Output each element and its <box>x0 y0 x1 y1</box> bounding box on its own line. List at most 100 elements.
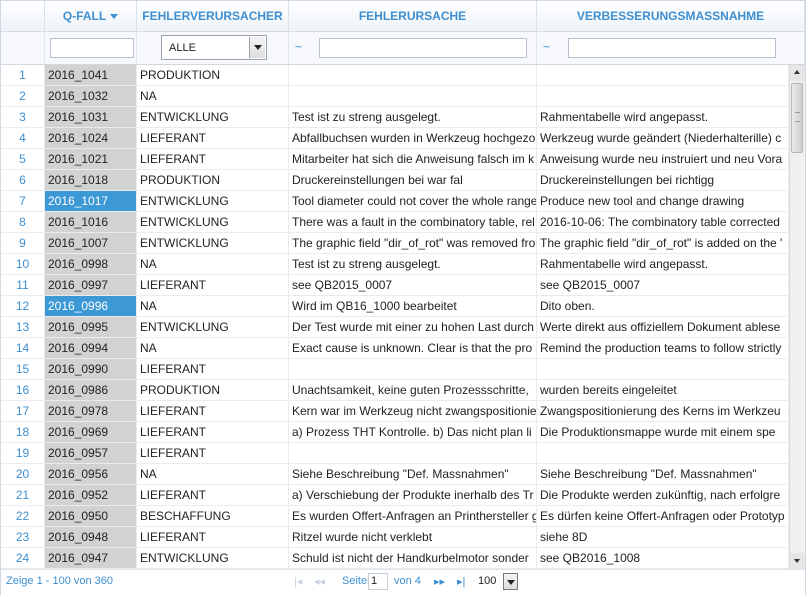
cell-verbesserungsmassnahme[interactable] <box>537 359 789 379</box>
header-fehlerursache[interactable]: FEHLERURSACHE <box>289 1 537 31</box>
row-number[interactable]: 5 <box>1 149 45 169</box>
cell-verbesserungsmassnahme[interactable]: Produce new tool and change drawing <box>537 191 789 211</box>
table-row[interactable]: 5 2016_1021 LIEFERANT Mitarbeiter hat sich … <box>1 149 789 170</box>
table-row[interactable]: 1 2016_1041 PRODUKTION <box>1 65 789 86</box>
cell-fehlerursache[interactable]: Druckereinstellungen bei war fal <box>289 170 537 190</box>
cell-fehlerverursacher[interactable]: NA <box>137 464 289 484</box>
table-row[interactable]: 11 2016_0997 LIEFERANT see QB2015_0007 see Q… <box>1 275 789 296</box>
row-number[interactable]: 11 <box>1 275 45 295</box>
cell-verbesserungsmassnahme[interactable]: Siehe Beschreibung "Def. Massnahmen" <box>537 464 789 484</box>
table-row[interactable]: 7 2016_1017 ENTWICKLUNG Tool diameter could… <box>1 191 789 212</box>
table-row[interactable]: 8 2016_1016 ENTWICKLUNG There was a fault i… <box>1 212 789 233</box>
cell-verbesserungsmassnahme[interactable]: Es dürfen keine Offert-Anfragen oder Pro… <box>537 506 789 526</box>
cell-qfall[interactable]: 2016_0978 <box>45 401 137 421</box>
cell-fehlerursache[interactable]: The graphic field "dir_of_rot" was remov… <box>289 233 537 253</box>
cell-fehlerursache[interactable]: Test ist zu streng ausgelegt. <box>289 107 537 127</box>
cell-verbesserungsmassnahme[interactable]: Die Produktionsmappe wurde mit einem spe <box>537 422 789 442</box>
header-qfall[interactable]: Q-FALL <box>45 1 137 31</box>
row-number[interactable]: 3 <box>1 107 45 127</box>
row-number[interactable]: 23 <box>1 527 45 547</box>
last-page-icon[interactable]: ▸| <box>457 575 465 588</box>
cell-fehlerverursacher[interactable]: PRODUKTION <box>137 380 289 400</box>
cell-verbesserungsmassnahme[interactable]: Anweisung wurde neu instruiert und neu V… <box>537 149 789 169</box>
cell-qfall[interactable]: 2016_1032 <box>45 86 137 106</box>
cell-fehlerursache[interactable] <box>289 86 537 106</box>
cell-verbesserungsmassnahme[interactable]: Rahmentabelle wird angepasst. <box>537 254 789 274</box>
cell-qfall[interactable]: 2016_0997 <box>45 275 137 295</box>
cell-qfall[interactable]: 2016_1017 <box>45 191 137 211</box>
cell-fehlerursache[interactable]: Tool diameter could not cover the whole … <box>289 191 537 211</box>
cell-fehlerursache[interactable]: Test ist zu streng ausgelegt. <box>289 254 537 274</box>
row-number[interactable]: 14 <box>1 338 45 358</box>
cell-verbesserungsmassnahme[interactable]: siehe 8D <box>537 527 789 547</box>
row-number[interactable]: 15 <box>1 359 45 379</box>
first-page-icon[interactable]: |◂ <box>294 575 302 588</box>
cell-qfall[interactable]: 2016_1018 <box>45 170 137 190</box>
header-verbesserungsmassnahme[interactable]: VERBESSERUNGSMASSNAHME <box>537 1 805 31</box>
cell-qfall[interactable]: 2016_0998 <box>45 254 137 274</box>
cell-verbesserungsmassnahme[interactable]: Die Produkte werden zukünftig, nach erfo… <box>537 485 789 505</box>
cell-qfall[interactable]: 2016_1016 <box>45 212 137 232</box>
table-row[interactable]: 23 2016_0948 LIEFERANT Ritzel wurde nicht v… <box>1 527 789 548</box>
table-row[interactable]: 17 2016_0978 LIEFERANT Kern war im Werkzeug… <box>1 401 789 422</box>
header-fehlerverursacher[interactable]: FEHLERVERURSACHER <box>137 1 289 31</box>
cell-verbesserungsmassnahme[interactable] <box>537 443 789 463</box>
row-number[interactable]: 10 <box>1 254 45 274</box>
row-number[interactable]: 12 <box>1 296 45 316</box>
row-number[interactable]: 2 <box>1 86 45 106</box>
row-number[interactable]: 6 <box>1 170 45 190</box>
table-row[interactable]: 24 2016_0947 ENTWICKLUNG Schuld ist nicht d… <box>1 548 789 569</box>
cell-fehlerverursacher[interactable]: LIEFERANT <box>137 485 289 505</box>
vertical-scrollbar[interactable] <box>789 65 805 569</box>
cell-fehlerursache[interactable]: There was a fault in the combinatory tab… <box>289 212 537 232</box>
next-page-icon[interactable]: ▸▸ <box>434 575 445 588</box>
filter-qfall-input[interactable] <box>50 38 134 58</box>
cell-fehlerursache[interactable]: Kern war im Werkzeug nicht zwangspositio… <box>289 401 537 421</box>
row-number[interactable]: 13 <box>1 317 45 337</box>
cell-verbesserungsmassnahme[interactable]: Druckereinstellungen bei richtigg <box>537 170 789 190</box>
cell-fehlerverursacher[interactable]: LIEFERANT <box>137 527 289 547</box>
cell-qfall[interactable]: 2016_0947 <box>45 548 137 568</box>
cell-verbesserungsmassnahme[interactable] <box>537 65 789 85</box>
row-number[interactable]: 7 <box>1 191 45 211</box>
chevron-down-icon[interactable] <box>249 37 265 58</box>
cell-verbesserungsmassnahme[interactable]: Remind the production teams to follow st… <box>537 338 789 358</box>
cell-fehlerursache[interactable]: Es wurden Offert-Anfragen an Printherste… <box>289 506 537 526</box>
cell-fehlerverursacher[interactable]: LIEFERANT <box>137 359 289 379</box>
filter-ursache-input[interactable] <box>319 38 527 58</box>
table-row[interactable]: 16 2016_0986 PRODUKTION Unachtsamkeit, kein… <box>1 380 789 401</box>
table-row[interactable]: 3 2016_1031 ENTWICKLUNG Test ist zu streng … <box>1 107 789 128</box>
table-row[interactable]: 9 2016_1007 ENTWICKLUNG The graphic field "… <box>1 233 789 254</box>
cell-fehlerursache[interactable]: Exact cause is unknown. Clear is that th… <box>289 338 537 358</box>
cell-fehlerverursacher[interactable]: PRODUKTION <box>137 170 289 190</box>
cell-fehlerursache[interactable]: a) Prozess THT Kontrolle. b) Das nicht p… <box>289 422 537 442</box>
cell-fehlerverursacher[interactable]: ENTWICKLUNG <box>137 212 289 232</box>
cell-fehlerursache[interactable]: see QB2015_0007 <box>289 275 537 295</box>
cell-fehlerverursacher[interactable]: ENTWICKLUNG <box>137 548 289 568</box>
filter-massnahme-operator[interactable]: ~ <box>543 40 550 54</box>
cell-verbesserungsmassnahme[interactable]: 2016-10-06: The combinatory table correc… <box>537 212 789 232</box>
cell-fehlerverursacher[interactable]: NA <box>137 338 289 358</box>
prev-page-icon[interactable]: ◂◂ <box>314 575 325 588</box>
cell-verbesserungsmassnahme[interactable]: Dito oben. <box>537 296 789 316</box>
row-number[interactable]: 16 <box>1 380 45 400</box>
cell-fehlerverursacher[interactable]: ENTWICKLUNG <box>137 233 289 253</box>
table-row[interactable]: 20 2016_0956 NA Siehe Beschreibung "Def. Ma… <box>1 464 789 485</box>
cell-fehlerverursacher[interactable]: LIEFERANT <box>137 422 289 442</box>
filter-ursache-operator[interactable]: ~ <box>295 40 302 54</box>
cell-qfall[interactable]: 2016_1041 <box>45 65 137 85</box>
cell-fehlerverursacher[interactable]: LIEFERANT <box>137 275 289 295</box>
table-row[interactable]: 15 2016_0990 LIEFERANT <box>1 359 789 380</box>
row-number[interactable]: 1 <box>1 65 45 85</box>
cell-qfall[interactable]: 2016_1024 <box>45 128 137 148</box>
scroll-up-icon[interactable] <box>790 65 805 81</box>
table-row[interactable]: 13 2016_0995 ENTWICKLUNG Der Test wurde mit… <box>1 317 789 338</box>
cell-qfall[interactable]: 2016_0969 <box>45 422 137 442</box>
cell-fehlerverursacher[interactable]: PRODUKTION <box>137 65 289 85</box>
row-number[interactable]: 18 <box>1 422 45 442</box>
cell-verbesserungsmassnahme[interactable]: Rahmentabelle wird angepasst. <box>537 107 789 127</box>
cell-fehlerverursacher[interactable]: LIEFERANT <box>137 401 289 421</box>
cell-verbesserungsmassnahme[interactable]: see QB2015_0007 <box>537 275 789 295</box>
cell-qfall[interactable]: 2016_0986 <box>45 380 137 400</box>
row-number[interactable]: 9 <box>1 233 45 253</box>
